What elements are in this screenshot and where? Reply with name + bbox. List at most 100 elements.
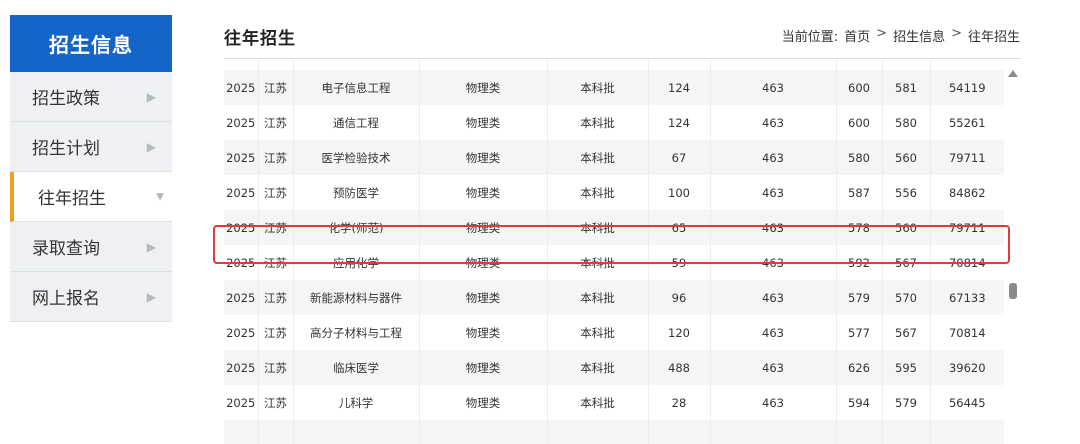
cell-year: 2025: [224, 175, 259, 210]
table-row: 2025 江苏 预防医学 物理类 本科批 100 463 587 556 84862: [224, 175, 1004, 210]
cell-year: 2025: [224, 385, 259, 420]
cell-control-line: 463: [710, 315, 837, 350]
cell-major: 儿科学: [293, 385, 420, 420]
table-row: 2025 江苏 儿科学 物理类 本科批 28 463 594 579 56445: [224, 385, 1004, 420]
cell-max-score: 600: [836, 105, 883, 140]
sidebar-item-admission-plan[interactable]: 招生计划 ▶: [10, 122, 172, 172]
sidebar-item-admission-policy[interactable]: 招生政策 ▶: [10, 72, 172, 122]
sidebar-item-online-registration[interactable]: 网上报名 ▶: [10, 272, 172, 322]
cell-max-score: 600: [836, 70, 883, 105]
cell-year: 2025: [224, 245, 259, 280]
cell-year: 2025: [224, 315, 259, 350]
cell-category: 物理类: [419, 175, 548, 210]
scroll-up-arrow-icon[interactable]: [1008, 70, 1018, 77]
cell-min-score: 567: [882, 315, 931, 350]
cell-major: 应用化学: [293, 245, 420, 280]
admissions-table-container[interactable]: 2025江苏物联网工程物理类本科批95463583578575912025江苏电…: [224, 59, 1004, 444]
cell-category: 物理类: [419, 245, 548, 280]
cell-batch: 本科批: [547, 210, 649, 245]
cell-category: 物理类: [419, 210, 548, 245]
cell-max-score: 587: [836, 175, 883, 210]
cell-province: 江苏: [258, 140, 294, 175]
cell-min-score: 560: [882, 140, 931, 175]
table-row: 2025 江苏 高分子材料与工程 物理类 本科批 120 463 577 567 70814: [224, 315, 1004, 350]
cell-control-line: 463: [710, 280, 837, 315]
cell-province: 江苏: [258, 175, 294, 210]
cell-min-score: 581: [882, 70, 931, 105]
breadcrumb-prefix: 当前位置:: [781, 30, 839, 45]
cell-year: 2025: [224, 59, 259, 70]
sidebar: 招生信息 招生政策 ▶ 招生计划 ▶ 往年招生 ▼ 录取查询 ▶ 网上报名 ▶: [10, 15, 172, 322]
cell-year: 2025: [224, 105, 259, 140]
cell-major: 临床医学: [293, 350, 420, 385]
cell-max-score: 579: [836, 280, 883, 315]
cell-min-rank: 70814: [930, 245, 1004, 280]
cell-major: 通信工程: [293, 105, 420, 140]
cell-control-line: 463: [710, 105, 837, 140]
cell-max-score: 594: [836, 385, 883, 420]
cell-province: 江苏: [258, 315, 294, 350]
cell-category: 物理类: [419, 59, 548, 70]
cell-category: 物理类: [419, 315, 548, 350]
table-row: 2025 江苏 应用化学 物理类 本科批 59 463 592 567 70814: [224, 245, 1004, 280]
cell-plan-count: 120: [648, 315, 711, 350]
table-row: 2025 江苏 电子信息工程 物理类 本科批 124 463 600 581 54119: [224, 70, 1004, 105]
cell-batch: 本科批: [547, 385, 649, 420]
cell-major: [293, 420, 420, 444]
cell-max-score: 577: [836, 315, 883, 350]
cell-major: 医学检验技术: [293, 140, 420, 175]
table-row: [224, 420, 1004, 444]
cell-year: 2025: [224, 140, 259, 175]
sidebar-item-label: 招生政策: [32, 89, 100, 109]
cell-province: [258, 420, 294, 444]
cell-category: 物理类: [419, 70, 548, 105]
cell-control-line: 463: [710, 59, 837, 70]
cell-batch: 本科批: [547, 315, 649, 350]
sidebar-item-label: 网上报名: [32, 289, 100, 309]
cell-max-score: 578: [836, 210, 883, 245]
chevron-down-icon: ▼: [156, 191, 164, 202]
cell-plan-count: 96: [648, 280, 711, 315]
breadcrumb-link-admission-info[interactable]: 招生信息: [893, 26, 945, 45]
cell-plan-count: 488: [648, 350, 711, 385]
scrollbar-thumb[interactable]: [1009, 283, 1017, 299]
cell-batch: 本科批: [547, 280, 649, 315]
cell-batch: [547, 420, 649, 444]
sidebar-item-label: 录取查询: [32, 239, 100, 259]
chevron-right-icon: ▶: [146, 239, 156, 254]
cell-year: [224, 420, 259, 444]
cell-max-score: 583: [836, 59, 883, 70]
table-row: 2025 江苏 新能源材料与器件 物理类 本科批 96 463 579 570 67133: [224, 280, 1004, 315]
cell-category: 物理类: [419, 385, 548, 420]
chevron-right-icon: ▶: [146, 289, 156, 304]
cell-min-score: 578: [882, 59, 931, 70]
breadcrumb-separator: >: [876, 26, 888, 41]
cell-control-line: [710, 420, 837, 444]
cell-province: 江苏: [258, 385, 294, 420]
cell-batch: 本科批: [547, 140, 649, 175]
cell-control-line: 463: [710, 350, 837, 385]
sidebar-item-past-admissions[interactable]: 往年招生 ▼: [10, 172, 172, 222]
cell-major: 新能源材料与器件: [293, 280, 420, 315]
sidebar-title: 招生信息: [10, 15, 172, 72]
sidebar-item-label: 招生计划: [32, 139, 100, 159]
cell-control-line: 463: [710, 385, 837, 420]
table-row-highlighted: 2025 江苏 化学(师范) 物理类 本科批 65 463 578 560 79711: [224, 210, 1004, 245]
breadcrumb-link-home[interactable]: 首页: [844, 26, 870, 45]
cell-province: 江苏: [258, 350, 294, 385]
cell-min-rank: 54119: [930, 70, 1004, 105]
sidebar-item-admission-query[interactable]: 录取查询 ▶: [10, 222, 172, 272]
cell-plan-count: 59: [648, 245, 711, 280]
cell-province: 江苏: [258, 105, 294, 140]
cell-min-score: 556: [882, 175, 931, 210]
cell-plan-count: 67: [648, 140, 711, 175]
table-row: 2025 江苏 通信工程 物理类 本科批 124 463 600 580 55261: [224, 105, 1004, 140]
cell-year: 2025: [224, 70, 259, 105]
cell-batch: 本科批: [547, 70, 649, 105]
chevron-right-icon: ▶: [146, 89, 156, 104]
cell-min-score: [882, 420, 931, 444]
cell-plan-count: 65: [648, 210, 711, 245]
cell-min-rank: 79711: [930, 140, 1004, 175]
sidebar-item-label: 往年招生: [38, 189, 106, 209]
cell-min-score: 579: [882, 385, 931, 420]
